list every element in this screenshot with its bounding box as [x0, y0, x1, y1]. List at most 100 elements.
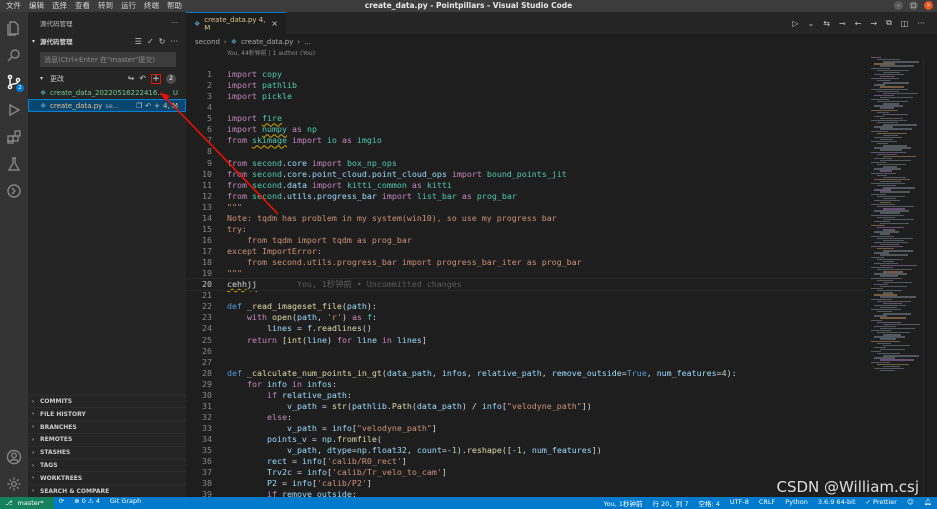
more-icon[interactable]: ···: [170, 37, 178, 46]
problems-indicator[interactable]: ⊗ 0 ⚠ 4: [69, 497, 105, 509]
code-line[interactable]: 26: [186, 346, 866, 357]
refresh-icon[interactable]: ↻: [159, 37, 166, 46]
code-line[interactable]: 14 Note: tqdm has problem in my system(wi…: [186, 213, 866, 224]
account-icon[interactable]: [4, 447, 24, 467]
indentation[interactable]: 空格: 4: [694, 498, 725, 508]
section-file-history[interactable]: › FILE HISTORY: [28, 407, 186, 420]
code-line[interactable]: 24 lines = f.readlines(): [186, 323, 866, 334]
prettier-status[interactable]: ✓ Prettier: [861, 498, 902, 508]
previous-change-icon[interactable]: ←: [855, 19, 862, 28]
menu-go[interactable]: 转到: [94, 0, 117, 12]
code-line[interactable]: 3 import pickle: [186, 91, 866, 102]
code-line[interactable]: 31 v_path = str(pathlib.Path(data_path) …: [186, 401, 866, 412]
code-line[interactable]: 32 else:: [186, 412, 866, 423]
menu-file[interactable]: 文件: [2, 0, 25, 12]
git-graph-button[interactable]: Git Graph: [105, 497, 146, 509]
code-line[interactable]: 11 from second.data import kitti_common a…: [186, 180, 866, 191]
explorer-icon[interactable]: [4, 18, 24, 38]
remote-icon[interactable]: [4, 181, 24, 201]
close-icon[interactable]: ×: [924, 1, 933, 10]
chevron-down-icon[interactable]: ⌄: [808, 19, 815, 28]
breadcrumb-folder[interactable]: second: [195, 38, 220, 46]
menu-terminal[interactable]: 终端: [140, 0, 163, 12]
code-line[interactable]: 12 from second.utils.progress_bar import …: [186, 191, 866, 202]
encoding[interactable]: UTF-8: [725, 498, 754, 508]
feedback-icon[interactable]: ☺: [902, 498, 919, 508]
settings-icon[interactable]: [4, 474, 24, 494]
git-commit-icon[interactable]: ⊸: [839, 19, 846, 28]
code-line[interactable]: 33 v_path = info["velodyne_path"]: [186, 423, 866, 434]
compare-icon[interactable]: ⇆: [823, 19, 830, 28]
more-actions-icon[interactable]: ···: [172, 19, 178, 27]
code-line[interactable]: 29 for info in infos:: [186, 379, 866, 390]
code-line[interactable]: 9 from second.core import box_np_ops: [186, 158, 866, 169]
end-of-line[interactable]: CRLF: [754, 498, 780, 508]
code-line[interactable]: 25 return [int(line) for line in lines]: [186, 335, 866, 346]
code-line[interactable]: 18 from second.utils.progress_bar import…: [186, 257, 866, 268]
code-line[interactable]: 15 try:: [186, 224, 866, 235]
code-line[interactable]: 1 import copy: [186, 69, 866, 80]
changes-group[interactable]: ▾ 更改 ↬ ↶ + 2: [28, 71, 186, 86]
section-search-compare[interactable]: › SEARCH & COMPARE: [28, 484, 186, 497]
breadcrumb-symbol[interactable]: ...: [304, 38, 311, 46]
section-commits[interactable]: › COMMITS: [28, 394, 186, 408]
code-line[interactable]: 22 def _read_imageset_file(path):: [186, 301, 866, 312]
close-tab-icon[interactable]: ×: [271, 19, 278, 28]
code-line[interactable]: 5 import fire: [186, 113, 866, 124]
scm-section-header[interactable]: ▾ 源代码管理 ☰ ✓ ↻ ···: [28, 34, 186, 48]
code-line[interactable]: 20 cehhjj You, 1秒钟前 • Uncommitted changes: [186, 278, 866, 292]
split-editor-icon[interactable]: ◫: [901, 19, 909, 28]
code-line[interactable]: 4: [186, 102, 866, 113]
code-line[interactable]: 8: [186, 146, 866, 157]
discard-all-icon[interactable]: ↶: [139, 74, 146, 83]
section-worktrees[interactable]: › WORKTREES: [28, 471, 186, 484]
git-blame-codelens[interactable]: You, 44秒钟前 | 1 author (You): [186, 49, 937, 59]
python-interpreter[interactable]: 3.6.9 64-bit: [813, 498, 861, 508]
discard-changes-icon[interactable]: ↶: [145, 102, 151, 110]
code-line[interactable]: 19 """: [186, 268, 866, 279]
run-file-icon[interactable]: ▷: [792, 19, 798, 28]
code-line[interactable]: 21: [186, 290, 866, 301]
code-line[interactable]: 2 import pathlib: [186, 80, 866, 91]
menu-selection[interactable]: 选择: [48, 0, 71, 12]
code-editor[interactable]: 1 import copy 2 import pathlib 3 import pickl…: [186, 69, 866, 499]
menu-run[interactable]: 运行: [117, 0, 140, 12]
code-line[interactable]: 13 """: [186, 202, 866, 213]
extensions-icon[interactable]: [4, 127, 24, 147]
changed-file-row-selected[interactable]: ❖ create_data.py se... ❐ ↶ + 4, M: [28, 99, 186, 112]
blame-status[interactable]: You, 1秒钟前: [598, 498, 647, 508]
code-line[interactable]: 7 from skimage import io as imgio: [186, 135, 866, 146]
code-line[interactable]: 28 def _calculate_num_points_in_gt(data_p…: [186, 368, 866, 379]
commit-message-input[interactable]: 消息(Ctrl+Enter 在"master"提交): [40, 52, 176, 67]
changed-file-row[interactable]: ❖ create_data_20220516222416... U: [28, 86, 186, 99]
code-line[interactable]: 35 v_path, dtype=np.float32, count=-1).r…: [186, 445, 866, 456]
run-debug-icon[interactable]: [4, 100, 24, 120]
testing-icon[interactable]: [4, 154, 24, 174]
stage-change-icon[interactable]: +: [154, 102, 160, 110]
minimize-icon[interactable]: –: [894, 1, 903, 10]
notifications-icon[interactable]: 🔔︎: [919, 498, 937, 508]
section-remotes[interactable]: › REMOTES: [28, 433, 186, 446]
cursor-position[interactable]: 行 20，列 7: [647, 498, 693, 508]
section-tags[interactable]: › TAGS: [28, 458, 186, 472]
source-control-icon[interactable]: 2: [4, 72, 24, 92]
stage-all-plus-icon[interactable]: +: [151, 73, 161, 84]
more-actions-icon[interactable]: ···: [917, 19, 925, 28]
code-line[interactable]: 10 from second.core.point_cloud.point_clo…: [186, 169, 866, 180]
view-tree-icon[interactable]: ☰: [135, 37, 142, 46]
branch-indicator[interactable]: ⎇ master*: [0, 497, 54, 509]
maximize-icon[interactable]: □: [909, 1, 918, 10]
open-file-icon[interactable]: ❐: [136, 102, 142, 110]
open-changes-icon[interactable]: ↬: [128, 74, 135, 83]
code-line[interactable]: 36 rect = info['calib/R0_rect']: [186, 456, 866, 467]
code-line[interactable]: 17 except ImportError:: [186, 246, 866, 257]
code-line[interactable]: 23 with open(path, 'r') as f:: [186, 312, 866, 323]
tab-create-data[interactable]: ❖ create_data.py 4, M ×: [186, 12, 286, 34]
menu-view[interactable]: 查看: [71, 0, 94, 12]
menu-help[interactable]: 帮助: [163, 0, 186, 12]
code-line[interactable]: 16 from tqdm import tqdm as prog_bar: [186, 235, 866, 246]
code-line[interactable]: 6 import numpy as np: [186, 124, 866, 135]
commit-check-icon[interactable]: ✓: [147, 37, 154, 46]
code-line[interactable]: 37 Trv2c = info['calib/Tr_velo_to_cam']: [186, 467, 866, 478]
language-mode[interactable]: Python: [780, 498, 813, 508]
